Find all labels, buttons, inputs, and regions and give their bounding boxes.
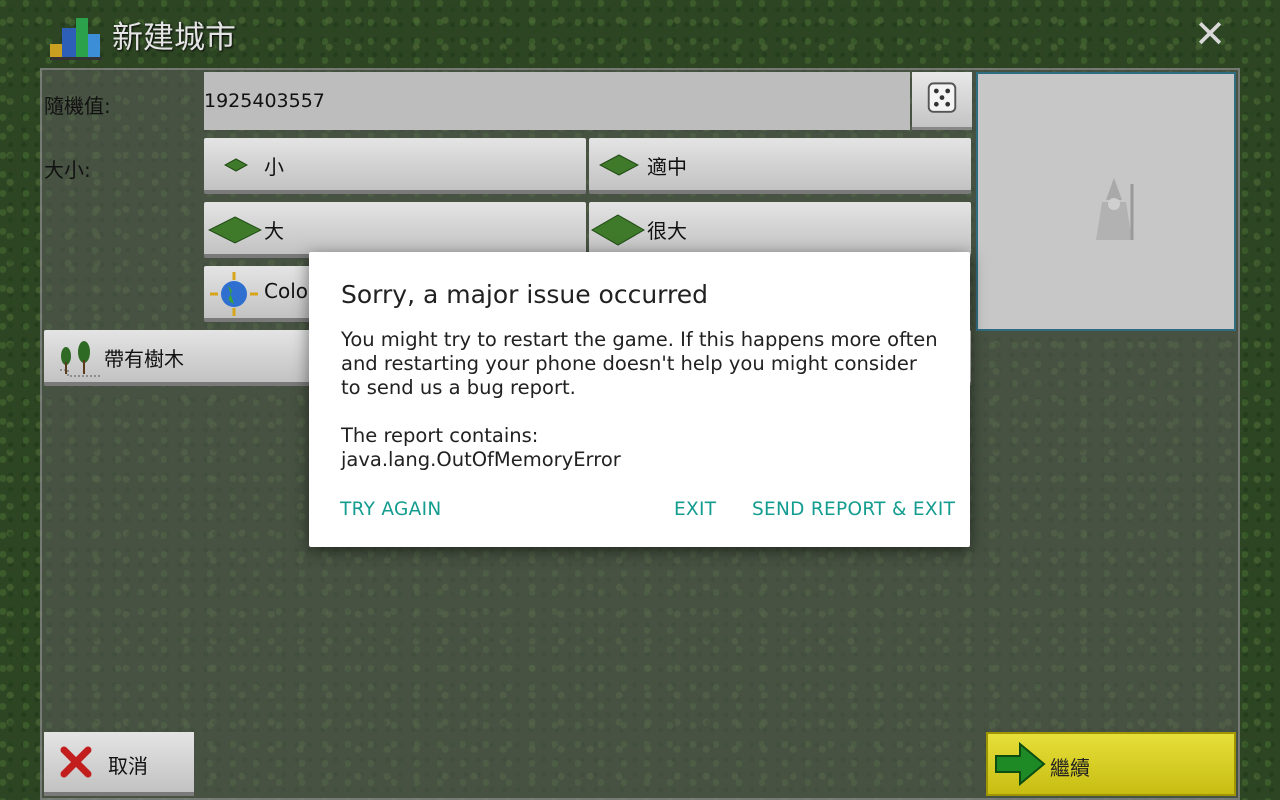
exit-button[interactable]: EXIT (674, 499, 716, 520)
dialog-report-content: java.lang.OutOfMemoryError (341, 448, 621, 471)
dialog-message: You might try to restart the game. If th… (341, 328, 941, 472)
try-again-button[interactable]: TRY AGAIN (340, 499, 441, 520)
dialog-report-label: The report contains: (341, 424, 539, 447)
error-dialog: Sorry, a major issue occurred You might … (309, 252, 970, 547)
dialog-title: Sorry, a major issue occurred (341, 280, 708, 309)
dialog-message-text: You might try to restart the game. If th… (341, 328, 938, 399)
send-report-exit-button[interactable]: SEND REPORT & EXIT (752, 499, 955, 520)
